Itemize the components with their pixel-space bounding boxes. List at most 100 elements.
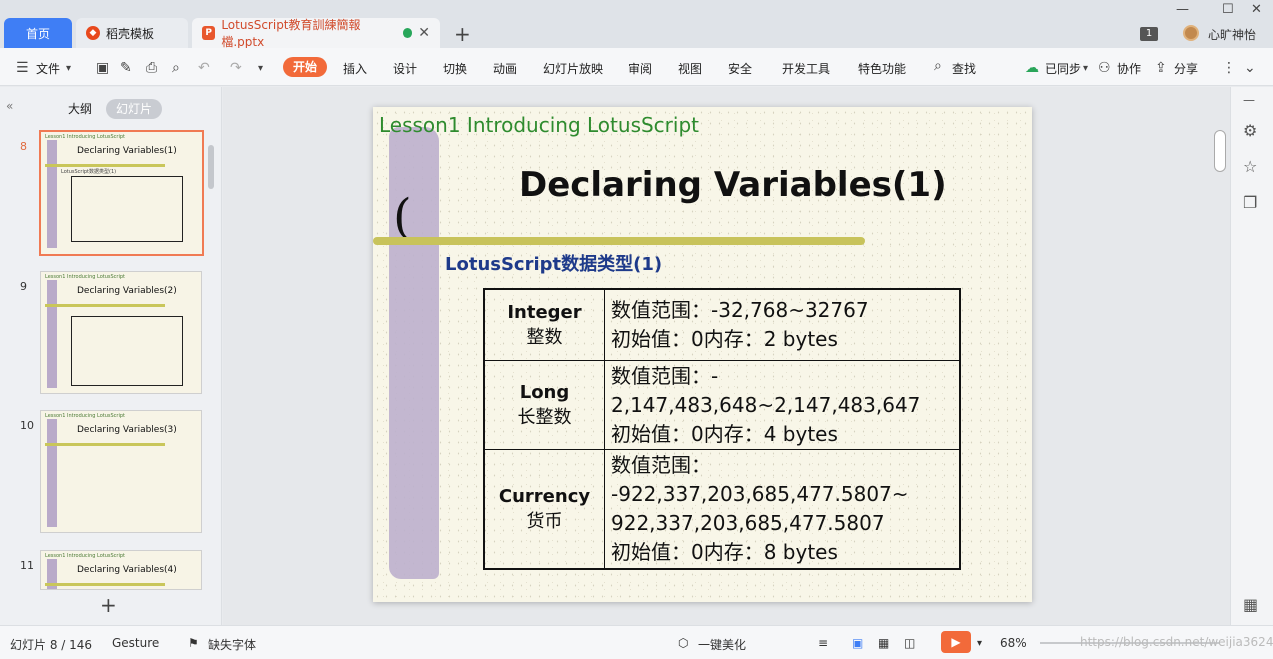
share-icon[interactable]: ⇪ bbox=[1155, 60, 1167, 76]
zoom-level[interactable]: 68% bbox=[1000, 636, 1027, 650]
menu-slideshow[interactable]: 幻灯片放映 bbox=[543, 60, 603, 77]
thumbnail-number: 9 bbox=[20, 280, 27, 293]
tab-slides[interactable]: 幻灯片 bbox=[106, 99, 163, 119]
new-tab-button[interactable]: + bbox=[454, 22, 471, 46]
avatar[interactable] bbox=[1183, 25, 1199, 41]
type-name-en: Integer bbox=[507, 301, 582, 323]
menu-insert[interactable]: 插入 bbox=[343, 60, 367, 77]
menu-find[interactable]: 查找 bbox=[952, 60, 976, 77]
blog-watermark: https://blog.csdn.net/weijia3624 bbox=[1080, 635, 1273, 649]
menu-security[interactable]: 安全 bbox=[728, 60, 752, 77]
thumb-decor-bar bbox=[47, 419, 57, 527]
thumb-title: Declaring Variables(4) bbox=[77, 565, 177, 575]
menu-file[interactable]: 文件 bbox=[36, 60, 60, 77]
hamburger-icon[interactable]: ☰ bbox=[16, 60, 29, 76]
thumbnail-scrollbar[interactable] bbox=[208, 145, 214, 189]
detail-line: 数值范围：- bbox=[611, 363, 719, 388]
copy-layers-icon[interactable]: ❐ bbox=[1243, 193, 1257, 212]
type-name-en: Currency bbox=[498, 485, 591, 507]
menu-view[interactable]: 视图 bbox=[678, 60, 702, 77]
theme-name[interactable]: Gesture bbox=[112, 636, 159, 650]
slide-thumbnail-11[interactable]: Lesson1 Introducing LotusScript Declarin… bbox=[40, 550, 202, 590]
menu-devtools[interactable]: 开发工具 bbox=[782, 60, 830, 77]
username[interactable]: 心旷神怡 bbox=[1208, 26, 1256, 43]
close-tab-icon[interactable]: ✕ bbox=[418, 25, 430, 41]
menu-collab[interactable]: 协作 bbox=[1117, 60, 1141, 77]
tab-home-label: 首页 bbox=[25, 26, 50, 41]
reading-view-icon[interactable]: ◫ bbox=[904, 636, 915, 650]
detail-line: 初始值：0内存：2 bytes bbox=[611, 327, 838, 351]
print-preview-icon[interactable]: ⌕ bbox=[172, 60, 180, 76]
play-dropdown-icon[interactable]: ▾ bbox=[977, 638, 982, 649]
menu-share[interactable]: 分享 bbox=[1174, 60, 1198, 77]
slide-title[interactable]: Declaring Variables(1) bbox=[519, 165, 947, 205]
more-dropdown-icon[interactable]: ▾ bbox=[258, 63, 263, 74]
tab-document-label: LotusScript教育訓練簡報檔.pptx bbox=[221, 18, 361, 49]
type-name-en: Long bbox=[519, 381, 570, 403]
sorter-view-icon[interactable]: ▦ bbox=[878, 636, 889, 650]
tab-document[interactable]: P LotusScript教育訓練簡報檔.pptx ✕ bbox=[192, 18, 440, 49]
undo-icon[interactable]: ↶ bbox=[198, 60, 210, 76]
detail-line: 初始值：0内存：8 bytes bbox=[611, 540, 838, 564]
current-slide[interactable]: ( Lesson1 Introducing LotusScript Declar… bbox=[373, 107, 1032, 602]
notes-icon[interactable]: ≡ bbox=[818, 636, 828, 650]
collab-user-icon[interactable]: ⚇ bbox=[1098, 60, 1111, 76]
minimize-icon[interactable]: — bbox=[1176, 2, 1189, 17]
slide-thumbnail-8[interactable]: Lesson1 Introducing LotusScript Declarin… bbox=[39, 130, 204, 256]
beautify-label[interactable]: 一键美化 bbox=[698, 636, 746, 653]
format-painter-icon[interactable]: ✎ bbox=[120, 60, 132, 76]
print-icon[interactable]: ⎙ bbox=[146, 60, 157, 76]
tab-outline[interactable]: 大纲 bbox=[58, 99, 102, 119]
properties-icon[interactable]: ⚙ bbox=[1243, 121, 1257, 140]
thumb-title: Declaring Variables(1) bbox=[77, 146, 177, 156]
missing-font-icon[interactable]: ⚑ bbox=[188, 636, 199, 650]
menu-design[interactable]: 设计 bbox=[393, 60, 417, 77]
slide-lesson-header[interactable]: Lesson1 Introducing LotusScript bbox=[379, 113, 699, 137]
pptx-file-icon: P bbox=[202, 26, 216, 40]
status-bar: 幻灯片 8 / 146 Gesture ⚑ 缺失字体 ⬡ 一键美化 ≡ ▣ ▦ … bbox=[0, 625, 1273, 659]
detail-line: 2,147,483,648~2,147,483,647 bbox=[611, 392, 921, 417]
search-icon[interactable]: ⌕ bbox=[934, 58, 942, 74]
thumb-underline bbox=[45, 443, 165, 446]
grid-apps-icon[interactable]: ▦ bbox=[1243, 595, 1258, 614]
cloud-sync-icon[interactable]: ☁ bbox=[1025, 60, 1039, 76]
canvas-scrollbar[interactable] bbox=[1214, 130, 1226, 172]
menu-transition[interactable]: 切换 bbox=[443, 60, 467, 77]
play-slideshow-button[interactable]: ▶ bbox=[941, 631, 971, 653]
right-sidebar: — ⚙ ☆ ❐ ▦ bbox=[1230, 87, 1273, 625]
normal-view-icon[interactable]: ▣ bbox=[852, 636, 863, 650]
type-cell: Currency 货币 bbox=[485, 450, 605, 568]
docer-logo-icon: ◆ bbox=[86, 26, 100, 40]
collapse-right-icon[interactable]: — bbox=[1243, 93, 1255, 107]
add-slide-button[interactable]: + bbox=[100, 593, 117, 617]
thumb-subtitle: LotusScript数据类型(1) bbox=[61, 169, 117, 175]
redo-icon[interactable]: ↷ bbox=[230, 60, 242, 76]
menu-sync[interactable]: 已同步 bbox=[1045, 60, 1081, 77]
collapse-ribbon-icon[interactable]: ⌄ bbox=[1244, 60, 1256, 76]
close-window-icon[interactable]: ✕ bbox=[1251, 2, 1262, 17]
collapse-panel-icon[interactable]: « bbox=[6, 99, 13, 113]
beautify-icon[interactable]: ⬡ bbox=[678, 636, 688, 650]
maximize-icon[interactable]: ☐ bbox=[1222, 2, 1234, 17]
window-count-badge[interactable]: 1 bbox=[1140, 27, 1158, 41]
slide-canvas: ( Lesson1 Introducing LotusScript Declar… bbox=[223, 87, 1230, 625]
missing-font-label[interactable]: 缺失字体 bbox=[208, 636, 256, 653]
menu-start[interactable]: 开始 bbox=[283, 57, 327, 77]
type-name-cn: 货币 bbox=[526, 510, 563, 532]
detail-line: -922,337,203,685,477.5807~ bbox=[611, 482, 909, 506]
sync-dropdown-icon[interactable]: ▾ bbox=[1083, 63, 1088, 74]
tab-template[interactable]: ◆ 稻壳模板 bbox=[76, 18, 188, 48]
chevron-down-icon[interactable]: ▾ bbox=[66, 63, 71, 74]
thumb-table bbox=[71, 316, 183, 386]
menu-animation[interactable]: 动画 bbox=[493, 60, 517, 77]
slide-thumbnail-9[interactable]: Lesson1 Introducing LotusScript Declarin… bbox=[40, 271, 202, 394]
slide-thumbnail-10[interactable]: Lesson1 Introducing LotusScript Declarin… bbox=[40, 410, 202, 533]
data-types-table[interactable]: Integer 整数 数值范围：-32,768~32767 初始值：0内存：2 … bbox=[483, 288, 961, 570]
animation-star-icon[interactable]: ☆ bbox=[1243, 157, 1257, 176]
more-options-icon[interactable]: ⋮ bbox=[1222, 60, 1236, 76]
save-icon[interactable]: ▣ bbox=[96, 60, 109, 76]
tab-home[interactable]: 首页 bbox=[4, 18, 72, 48]
slide-subtitle[interactable]: LotusScript数据类型(1) bbox=[445, 250, 662, 276]
menu-features[interactable]: 特色功能 bbox=[858, 60, 906, 77]
menu-review[interactable]: 审阅 bbox=[628, 60, 652, 77]
